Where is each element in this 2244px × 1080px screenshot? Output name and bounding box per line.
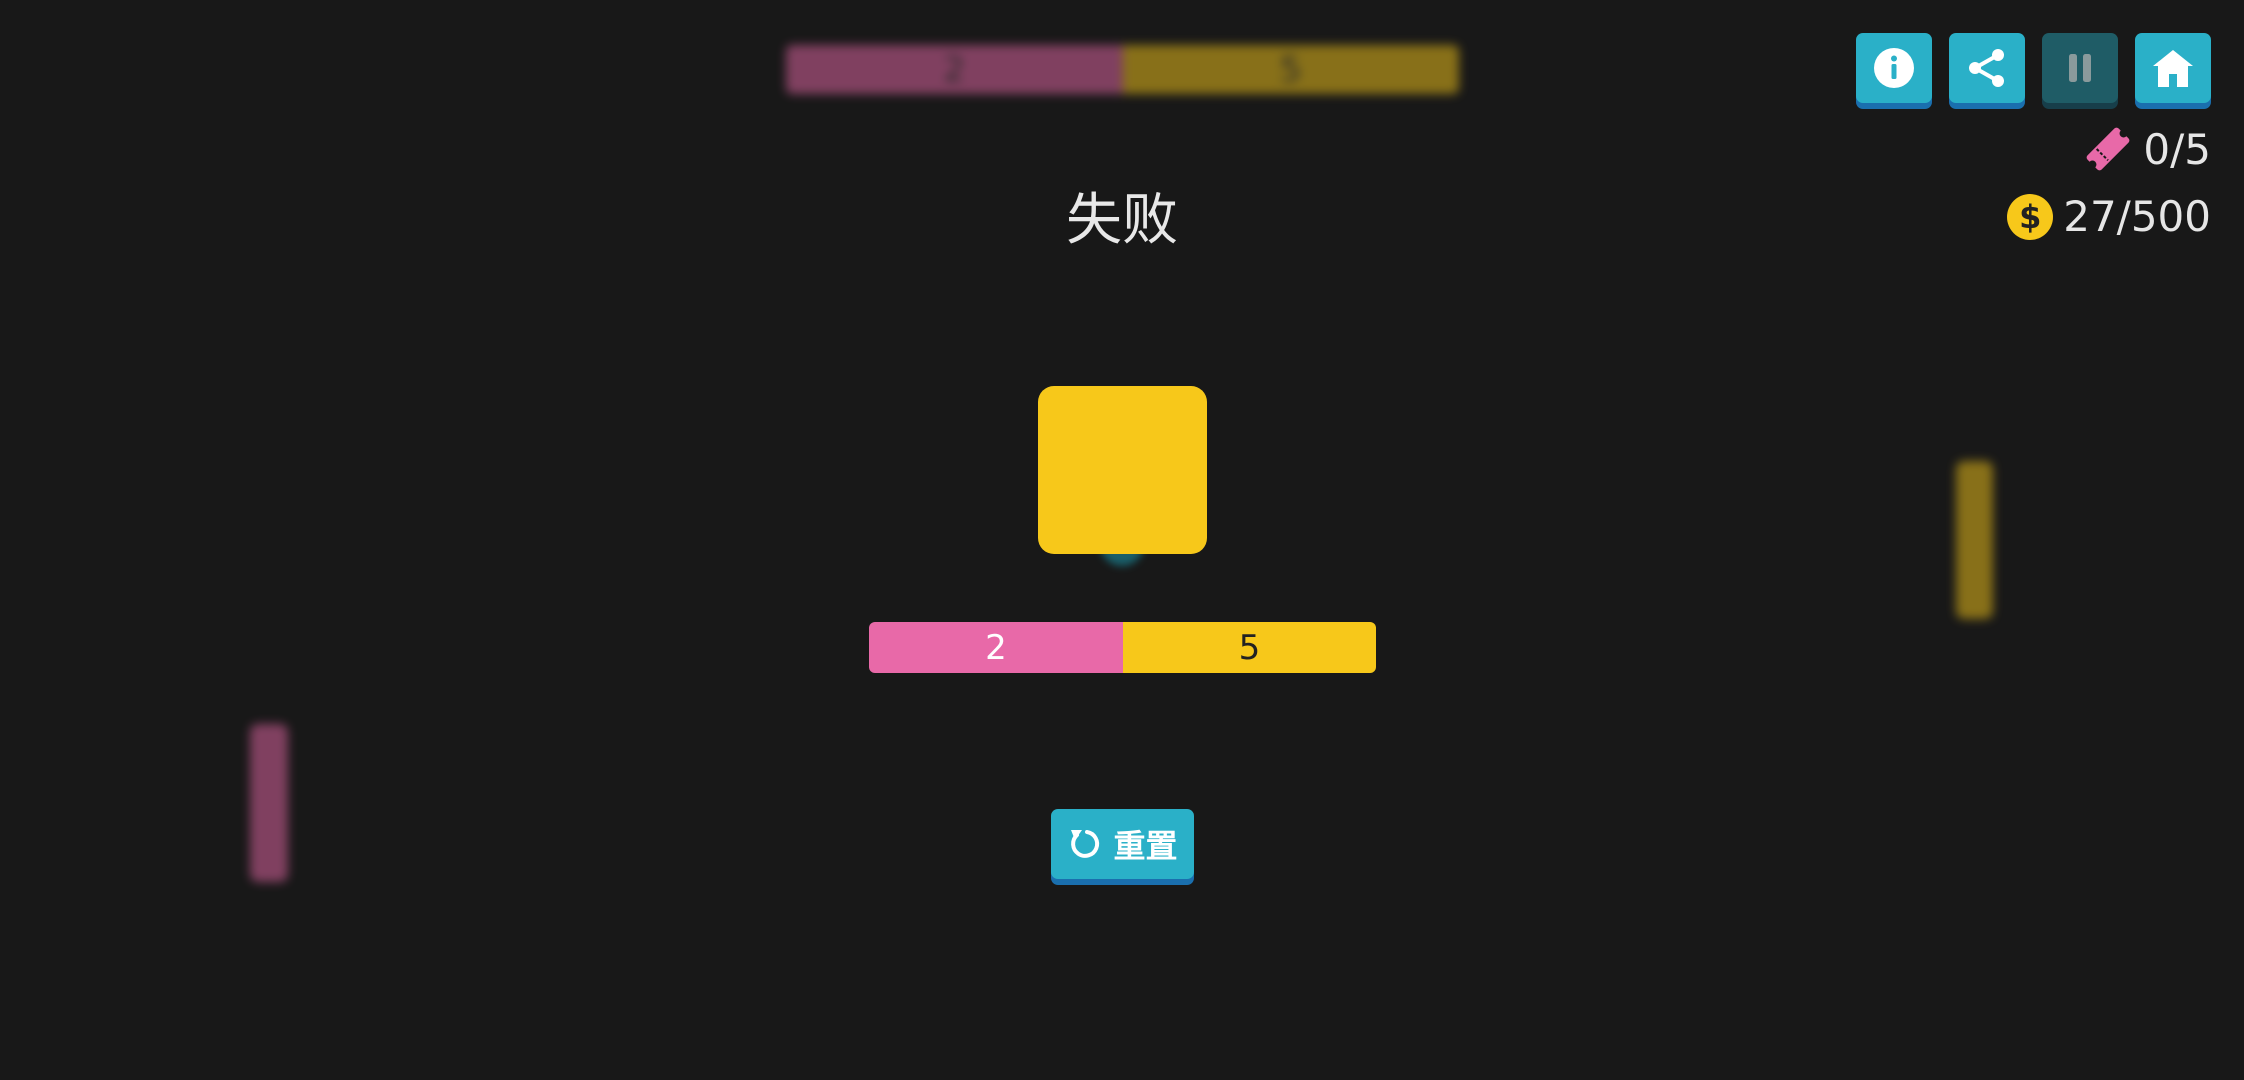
game-stage: 2 5 0/5 $ 27/500 失败 2 5 重置 (0, 0, 2244, 1080)
background-score-bar: 2 5 (786, 45, 1459, 94)
background-pink-pillar (250, 724, 288, 882)
home-button[interactable] (2135, 33, 2211, 103)
score-yellow: 5 (1123, 622, 1376, 673)
share-button[interactable] (1949, 33, 2025, 103)
background-score-left: 2 (786, 45, 1123, 94)
pause-icon (2069, 54, 2091, 82)
background-score-right: 5 (1122, 45, 1459, 94)
ticket-counter: 0/5 (2083, 124, 2211, 174)
info-icon (1874, 48, 1914, 88)
reset-label: 重置 (1113, 827, 1178, 865)
reset-button[interactable]: 重置 (1051, 809, 1194, 879)
reset-icon (1071, 830, 1100, 858)
ticket-icon (2087, 127, 2130, 171)
background-yellow-pillar (1956, 461, 1993, 619)
score-bar: 2 5 (869, 622, 1376, 673)
info-button[interactable] (1856, 33, 1932, 103)
home-icon (2153, 50, 2193, 87)
yellow-block (1038, 386, 1207, 554)
pause-button[interactable] (2042, 33, 2118, 103)
share-icon (1969, 49, 2004, 87)
score-pink: 2 (869, 622, 1123, 673)
status-title: 失败 (1066, 188, 1178, 253)
ticket-count: 0/5 (2143, 124, 2211, 174)
